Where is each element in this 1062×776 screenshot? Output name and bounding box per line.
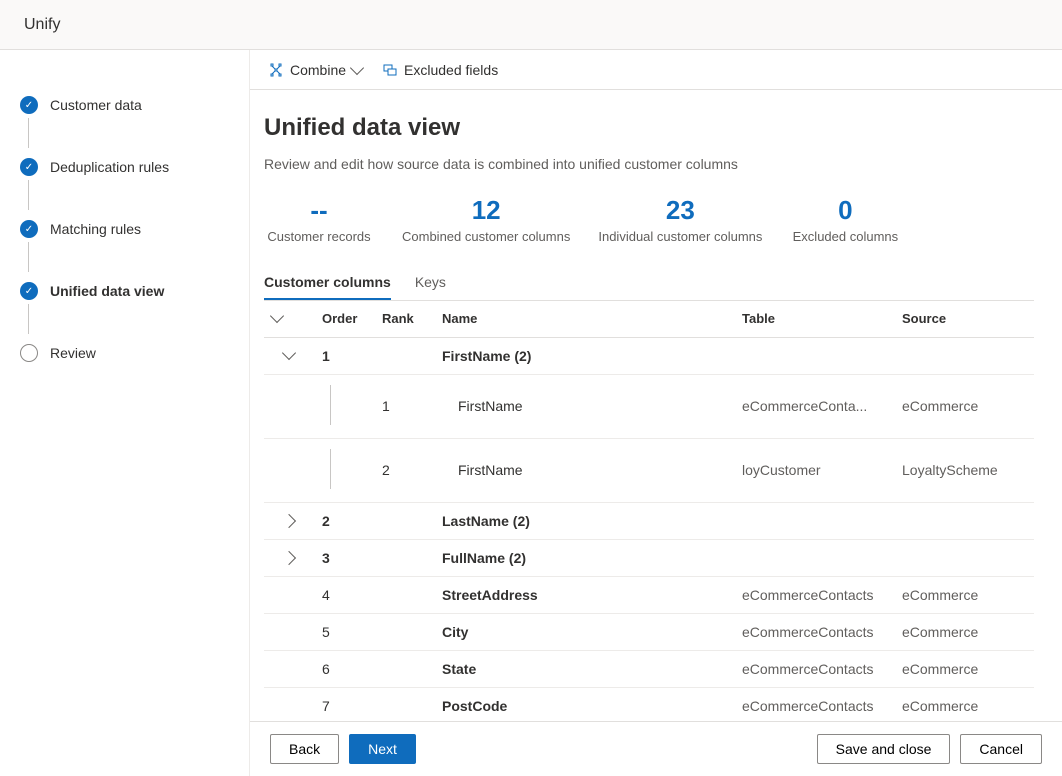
stat-value: --	[264, 196, 374, 225]
stats-row: -- Customer records 12 Combined customer co…	[264, 196, 1034, 244]
cell-table: eCommerceContacts	[734, 613, 894, 650]
stat-1: 12 Combined customer columns	[402, 196, 570, 244]
step-label: Customer data	[50, 97, 142, 113]
col-rank-header[interactable]: Rank	[374, 301, 434, 338]
chevron-down-icon[interactable]	[282, 346, 296, 360]
cell-rank: 1	[374, 374, 434, 438]
chevron-right-icon[interactable]	[282, 551, 296, 565]
table-row[interactable]: 1 FirstName (2)	[264, 337, 1034, 374]
stat-label: Individual customer columns	[598, 229, 762, 244]
command-bar: Combine Excluded fields	[250, 50, 1062, 90]
cell-name: FullName (2)	[434, 539, 734, 576]
back-button[interactable]: Back	[270, 734, 339, 764]
cell-table: loyCustomer	[734, 438, 894, 502]
excluded-fields-button[interactable]: Excluded fields	[382, 62, 498, 78]
table-row[interactable]: 6 StateeCommerceContactseCommerce	[264, 650, 1034, 687]
circle-icon	[20, 344, 38, 362]
check-icon: ✓	[20, 220, 38, 238]
excluded-icon	[382, 62, 398, 78]
wizard-step-2[interactable]: ✓ Matching rules	[16, 214, 233, 244]
stat-label: Combined customer columns	[402, 229, 570, 244]
col-order-header[interactable]: Order	[314, 301, 374, 338]
cell-table: eCommerceConta...	[734, 374, 894, 438]
page-title: Unified data view	[264, 114, 1034, 142]
stat-value: 0	[790, 196, 900, 225]
excluded-label: Excluded fields	[404, 62, 498, 78]
cell-table: eCommerceContacts	[734, 650, 894, 687]
wizard-step-4[interactable]: Review	[16, 338, 233, 368]
combine-label: Combine	[290, 62, 346, 78]
cell-table: eCommerceContacts	[734, 576, 894, 613]
cell-source: eCommerce	[894, 650, 1034, 687]
cell-order: 3	[314, 539, 374, 576]
stat-2: 23 Individual customer columns	[598, 196, 762, 244]
table-row[interactable]: 3 FullName (2)	[264, 539, 1034, 576]
check-icon: ✓	[20, 282, 38, 300]
cell-name: PostCode	[434, 687, 734, 721]
check-icon: ✓	[20, 158, 38, 176]
cell-order: 4	[314, 576, 374, 613]
content-area: Unified data view Review and edit how so…	[250, 90, 1062, 721]
wizard-step-0[interactable]: ✓ Customer data	[16, 90, 233, 120]
next-button[interactable]: Next	[349, 734, 416, 764]
step-label: Review	[50, 345, 96, 361]
chevron-down-icon	[350, 61, 364, 75]
check-icon: ✓	[20, 96, 38, 114]
cell-name: State	[434, 650, 734, 687]
col-table-header[interactable]: Table	[734, 301, 894, 338]
col-source-header[interactable]: Source	[894, 301, 1034, 338]
tab-customer-columns[interactable]: Customer columns	[264, 264, 391, 300]
chevron-right-icon[interactable]	[282, 514, 296, 528]
cancel-button[interactable]: Cancel	[960, 734, 1042, 764]
cell-order: 1	[314, 337, 374, 374]
table-row[interactable]: 7 PostCodeeCommerceContactseCommerce	[264, 687, 1034, 721]
footer-bar: Back Next Save and close Cancel	[250, 721, 1062, 776]
step-label: Unified data view	[50, 283, 164, 299]
wizard-step-3[interactable]: ✓ Unified data view	[16, 276, 233, 306]
cell-name: FirstName	[434, 438, 734, 502]
cell-name: FirstName	[434, 374, 734, 438]
table-row[interactable]: 4 StreetAddresseCommerceContactseCommerce	[264, 576, 1034, 613]
stat-value: 12	[402, 196, 570, 225]
table-row[interactable]: 5 CityeCommerceContactseCommerce	[264, 613, 1034, 650]
cell-source: LoyaltyScheme	[894, 438, 1034, 502]
cell-name: LastName (2)	[434, 502, 734, 539]
cell-table: eCommerceContacts	[734, 687, 894, 721]
combine-icon	[268, 62, 284, 78]
stat-3: 0 Excluded columns	[790, 196, 900, 244]
columns-table: Order Rank Name Table Source 1FirstName …	[264, 301, 1034, 721]
cell-rank: 2	[374, 438, 434, 502]
wizard-steps: ✓ Customer data ✓ Deduplication rules ✓ Match…	[0, 50, 250, 776]
stat-label: Customer records	[264, 229, 374, 244]
stat-0: -- Customer records	[264, 196, 374, 244]
page-description: Review and edit how source data is combi…	[264, 156, 1034, 172]
cell-order: 7	[314, 687, 374, 721]
combine-button[interactable]: Combine	[268, 62, 362, 78]
tab-keys[interactable]: Keys	[415, 264, 446, 300]
col-expand-header[interactable]	[264, 301, 314, 338]
topbar: Unify	[0, 0, 1062, 50]
step-label: Deduplication rules	[50, 159, 169, 175]
table-row[interactable]: 2 LastName (2)	[264, 502, 1034, 539]
tabs: Customer columns Keys	[264, 264, 1034, 301]
cell-order: 5	[314, 613, 374, 650]
table-row[interactable]: 1FirstNameeCommerceConta...eCommerce	[264, 374, 1034, 438]
save-close-button[interactable]: Save and close	[817, 734, 951, 764]
cell-order: 6	[314, 650, 374, 687]
app-title: Unify	[24, 16, 60, 34]
cell-name: FirstName (2)	[434, 337, 734, 374]
stat-label: Excluded columns	[790, 229, 900, 244]
table-row[interactable]: 2FirstNameloyCustomerLoyaltyScheme	[264, 438, 1034, 502]
cell-order: 2	[314, 502, 374, 539]
cell-name: StreetAddress	[434, 576, 734, 613]
step-label: Matching rules	[50, 221, 141, 237]
cell-source: eCommerce	[894, 576, 1034, 613]
cell-source: eCommerce	[894, 374, 1034, 438]
cell-source: eCommerce	[894, 687, 1034, 721]
cell-name: City	[434, 613, 734, 650]
wizard-step-1[interactable]: ✓ Deduplication rules	[16, 152, 233, 182]
col-name-header[interactable]: Name	[434, 301, 734, 338]
stat-value: 23	[598, 196, 762, 225]
cell-source: eCommerce	[894, 613, 1034, 650]
